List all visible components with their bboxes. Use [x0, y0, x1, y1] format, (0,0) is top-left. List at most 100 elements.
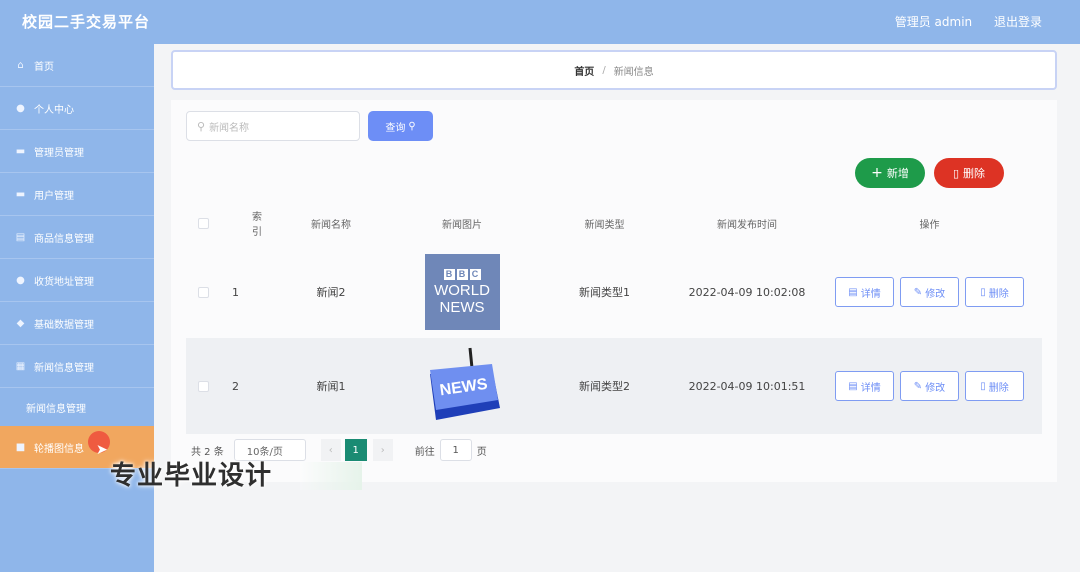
user-icon: ● [16, 102, 25, 114]
news-panel: ⚲ 新闻名称 查询 ⚲ + 新增 ▯ 删除 索引 新闻名称 新闻图片 新闻类型 … [171, 100, 1057, 482]
sidebar-item-label: 收货地址管理 [34, 276, 94, 288]
row-type: 新闻类型1 [579, 286, 630, 299]
goods-icon: ▤ [15, 231, 26, 243]
news-key-image: NEWS [430, 347, 500, 420]
breadcrumb: 首页 / 新闻信息 [171, 50, 1057, 90]
sidebar-item-admin[interactable]: ▬ 管理员管理 [0, 130, 154, 173]
sidebar-item-label: 个人中心 [34, 104, 74, 116]
edit-label: 修改 [925, 382, 946, 394]
delete-label: 删除 [988, 382, 1009, 394]
sidebar-item-label: 管理员管理 [34, 147, 84, 159]
detail-button[interactable]: ▤ 详情 [835, 277, 894, 307]
select-all-checkbox[interactable] [197, 217, 209, 229]
goto-label: 前往 [414, 446, 435, 458]
row-name: 新闻2 [316, 286, 346, 299]
sidebar-item-label: 商品信息管理 [34, 233, 94, 245]
col-header-time: 新闻发布时间 [717, 219, 777, 231]
news-icon: ▦ [15, 360, 26, 372]
table-row: 2 新闻1 NEWS 新闻类型2 2022-04-09 10:01:51 ▤ 详… [186, 338, 1042, 434]
admin-icon: ▬ [15, 145, 26, 157]
edit-button[interactable]: ✎ 修改 [900, 371, 959, 401]
col-header-name: 新闻名称 [311, 219, 351, 231]
row-checkbox[interactable] [197, 286, 209, 298]
news-thumbnail[interactable]: BBC WORLD NEWS [424, 254, 500, 330]
row-checkbox[interactable] [197, 380, 209, 392]
mouse-cursor-icon: ➤ [96, 442, 108, 458]
add-button-label: 新增 [886, 167, 909, 180]
trash-icon: ▯ [952, 166, 960, 180]
detail-button[interactable]: ▤ 详情 [835, 371, 894, 401]
sidebar-item-address[interactable]: ● 收货地址管理 [0, 259, 154, 302]
delete-button[interactable]: ▯ 删除 [934, 158, 1004, 188]
detail-label: 详情 [860, 288, 881, 300]
page-number-current[interactable]: 1 [344, 439, 367, 461]
delete-button-label: 删除 [963, 167, 986, 180]
col-header-index: 索引 [252, 212, 262, 238]
goto-page-input[interactable]: 1 [439, 439, 472, 461]
row-name: 新闻1 [316, 380, 346, 393]
sidebar-subitem-news-info[interactable]: 新闻信息管理 [0, 388, 154, 426]
breadcrumb-separator: / [602, 64, 606, 76]
plus-icon: + [871, 165, 883, 181]
watermark-bar [300, 462, 362, 490]
row-time: 2022-04-09 10:01:51 [688, 379, 806, 393]
edit-icon: ✎ [913, 380, 923, 392]
row-delete-button[interactable]: ▯ 删除 [965, 371, 1024, 401]
sidebar-item-label: 新闻信息管理 [26, 403, 86, 415]
document-icon: ▤ [848, 380, 858, 392]
top-right-menu: 管理员 admin 退出登录 [877, 13, 1042, 30]
search-icon: ⚲ [408, 120, 416, 132]
sidebar-item-users[interactable]: ▬ 用户管理 [0, 173, 154, 216]
sidebar-item-label: 新闻信息管理 [34, 362, 94, 374]
main-content: 首页 / 新闻信息 ⚲ 新闻名称 查询 ⚲ + 新增 ▯ 删除 索引 新闻名称 … [154, 44, 1080, 572]
search-input[interactable]: ⚲ 新闻名称 [186, 111, 360, 141]
admin-label[interactable]: 管理员 admin [895, 15, 972, 29]
sidebar-item-profile[interactable]: ● 个人中心 [0, 87, 154, 130]
sidebar-item-label: 用户管理 [34, 190, 74, 202]
users-icon: ▬ [15, 188, 26, 200]
top-bar: 校园二手交易平台 管理员 admin 退出登录 [0, 0, 1080, 44]
trash-icon: ▯ [980, 286, 986, 298]
page-suffix: 页 [476, 446, 487, 458]
search-button[interactable]: 查询 ⚲ [368, 111, 433, 141]
watermark-text: 专业毕业设计 [110, 461, 273, 491]
logout-link[interactable]: 退出登录 [994, 15, 1042, 29]
trash-icon: ▯ [980, 380, 986, 392]
document-icon: ▤ [848, 286, 858, 298]
add-button[interactable]: + 新增 [855, 158, 925, 188]
delete-label: 删除 [988, 288, 1009, 300]
table-row: 1 新闻2 BBC WORLD NEWS 新闻类型1 2022-04-09 10… [186, 246, 1042, 338]
news-table: 索引 新闻名称 新闻图片 新闻类型 新闻发布时间 操作 1 新闻2 BBC WO… [186, 200, 1042, 434]
row-index: 1 [232, 285, 239, 299]
search-icon: ⚲ [197, 119, 206, 133]
sidebar-item-label: 首页 [34, 61, 54, 73]
breadcrumb-home[interactable]: 首页 [574, 63, 594, 78]
edit-button[interactable]: ✎ 修改 [900, 277, 959, 307]
edit-label: 修改 [925, 288, 946, 300]
news-thumbnail[interactable]: NEWS [422, 346, 502, 426]
row-time: 2022-04-09 10:02:08 [688, 285, 806, 299]
sidebar-item-label: 基础数据管理 [34, 319, 94, 331]
breadcrumb-current: 新闻信息 [613, 66, 654, 78]
detail-label: 详情 [860, 382, 881, 394]
search-button-label: 查询 [385, 122, 406, 134]
sidebar-item-label: 轮播图信息 [34, 443, 84, 455]
edit-icon: ✎ [913, 286, 923, 298]
sidebar-item-news[interactable]: ▦ 新闻信息管理 [0, 345, 154, 388]
col-header-type: 新闻类型 [584, 219, 625, 231]
home-icon: ⌂ [17, 59, 24, 71]
col-header-image: 新闻图片 [442, 219, 482, 231]
sidebar-item-basedata[interactable]: ◆ 基础数据管理 [0, 302, 154, 345]
next-page-button[interactable]: › [372, 439, 393, 461]
row-index: 2 [232, 379, 239, 393]
row-delete-button[interactable]: ▯ 删除 [965, 277, 1024, 307]
table-header: 索引 新闻名称 新闻图片 新闻类型 新闻发布时间 操作 [186, 200, 1042, 246]
sidebar: ⌂ 首页 ● 个人中心 ▬ 管理员管理 ▬ 用户管理 ▤ 商品信息管理 ● 收货… [0, 44, 154, 572]
sidebar-item-goods[interactable]: ▤ 商品信息管理 [0, 216, 154, 259]
data-icon: ◆ [16, 317, 25, 329]
carousel-icon: ■ [15, 441, 26, 453]
col-header-ops: 操作 [919, 219, 940, 231]
address-icon: ● [16, 274, 25, 286]
sidebar-item-home[interactable]: ⌂ 首页 [0, 44, 154, 87]
prev-page-button[interactable]: ‹ [320, 439, 341, 461]
